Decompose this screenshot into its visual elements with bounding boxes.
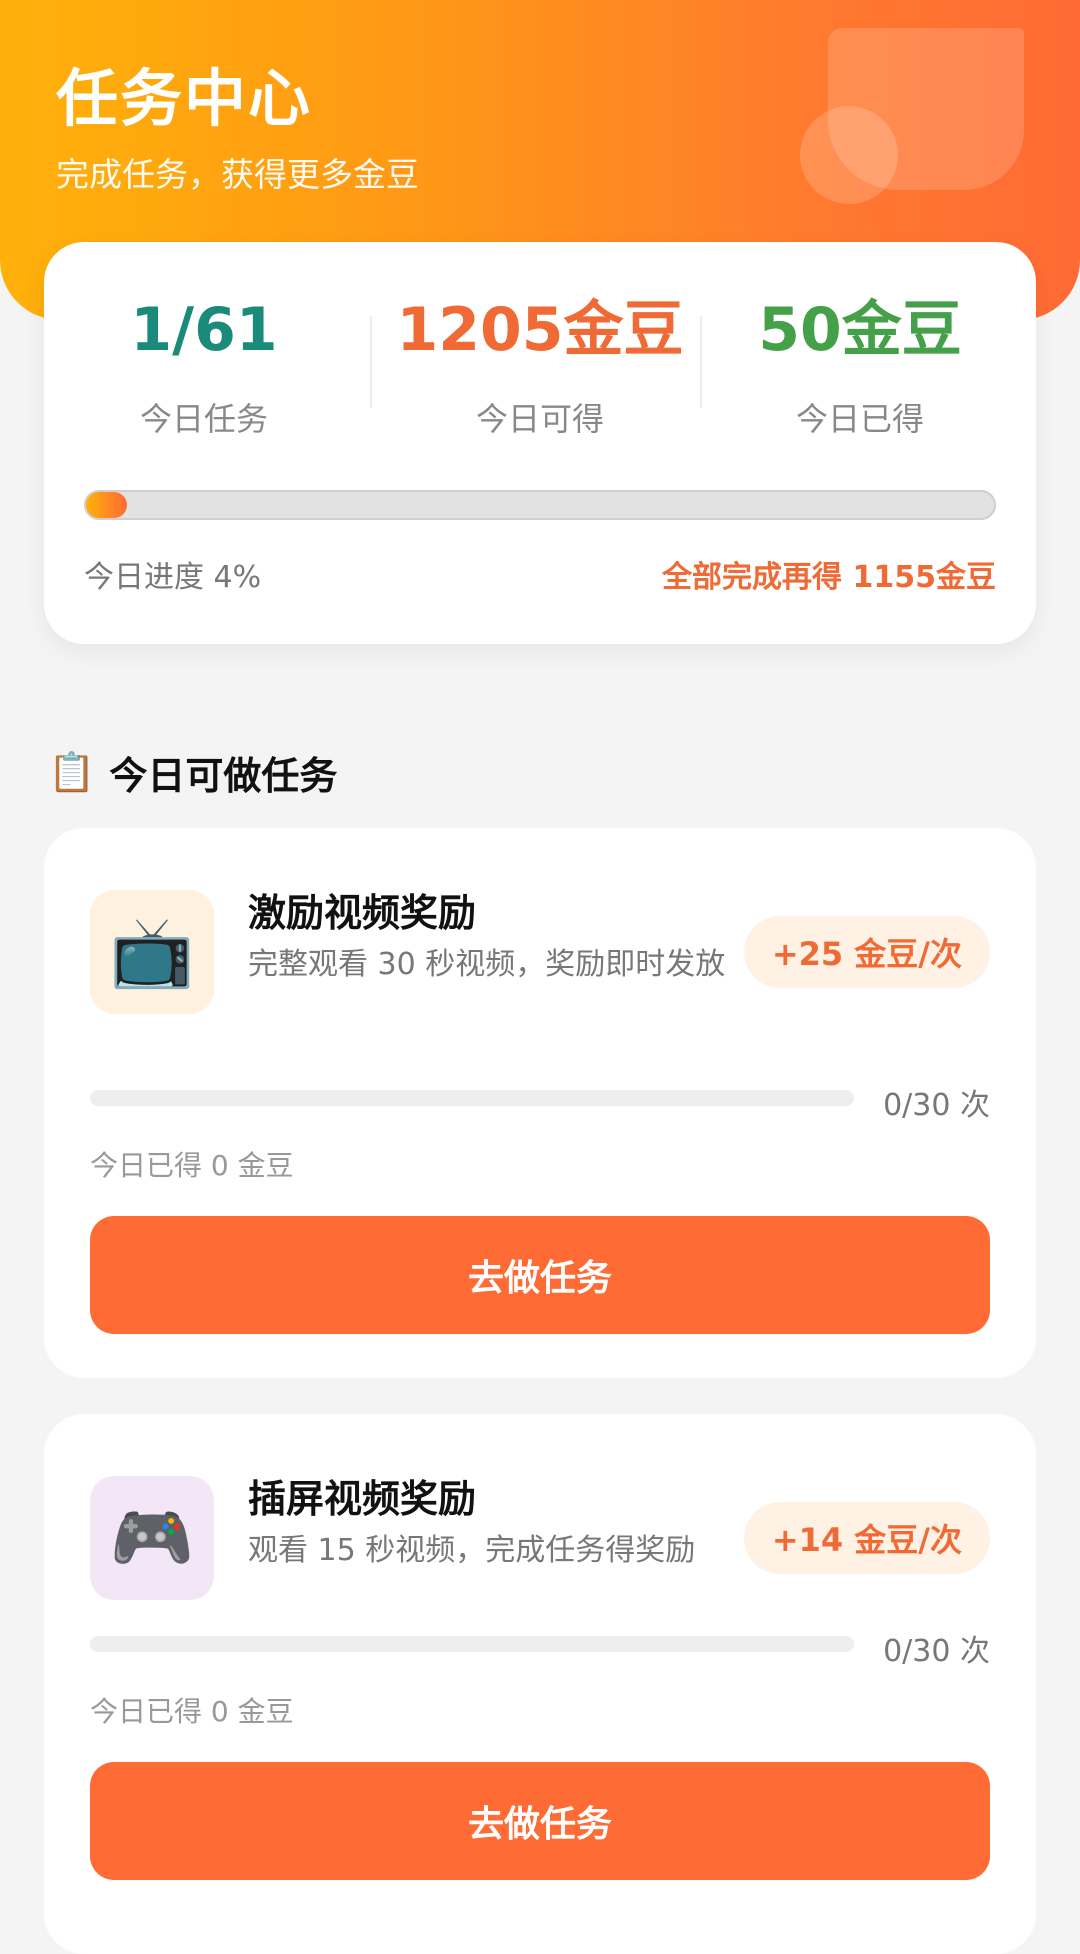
stat-today-earned: 50金豆 今日已得: [700, 300, 1020, 440]
task-reward-badge: +25 金豆/次: [743, 916, 990, 988]
task-description: 观看 15 秒视频，完成任务得奖励: [248, 1533, 696, 1568]
task-progress-count: 0/30 次: [883, 1088, 990, 1123]
section-title: 📋 今日可做任务: [48, 745, 337, 800]
daily-progress-fill: [86, 492, 127, 518]
do-task-button[interactable]: 去做任务: [90, 1216, 990, 1334]
section-title-text: 今日可做任务: [109, 754, 338, 798]
task-earned-text: 今日已得 0 金豆: [90, 1149, 294, 1182]
stat-today-available: 1205金豆 今日可得: [380, 300, 700, 440]
task-progress-count: 0/30 次: [883, 1634, 990, 1669]
stat-value: 1205金豆: [396, 295, 684, 365]
task-progress-bar: [90, 1090, 854, 1106]
task-name: 插屏视频奖励: [248, 1477, 477, 1521]
stat-value: 1/61: [130, 295, 278, 365]
task-progress-bar: [90, 1636, 854, 1652]
stat-label: 今日可得: [475, 400, 604, 438]
task-reward-badge: +14 金豆/次: [743, 1502, 990, 1574]
task-card-interstitial-video: 🎮 插屏视频奖励 观看 15 秒视频，完成任务得奖励 +14 金豆/次 0/30…: [44, 1414, 1036, 1954]
task-card-rewarded-video: 📺 激励视频奖励 完整观看 30 秒视频，奖励即时发放 +25 金豆/次 0/3…: [44, 828, 1036, 1378]
decorative-circle: [800, 106, 898, 204]
television-icon: 📺: [90, 890, 214, 1014]
daily-progress-label: 今日进度 4%: [84, 560, 262, 595]
completion-bonus-label: 全部完成再得 1155金豆: [662, 560, 996, 595]
stat-today-tasks: 1/61 今日任务: [44, 300, 364, 440]
do-task-button[interactable]: 去做任务: [90, 1762, 990, 1880]
page-subtitle: 完成任务，获得更多金豆: [56, 155, 419, 194]
summary-card: 1/61 今日任务 1205金豆 今日可得 50金豆 今日已得 今日进度 4% …: [44, 242, 1036, 644]
clipboard-icon: 📋: [48, 750, 96, 794]
stat-divider: [370, 316, 372, 408]
task-name: 激励视频奖励: [248, 891, 477, 935]
stat-label: 今日任务: [139, 400, 268, 438]
page-title: 任务中心: [56, 62, 313, 135]
game-controller-icon: 🎮: [90, 1476, 214, 1600]
daily-progress-bar: [84, 490, 996, 520]
stat-label: 今日已得: [795, 400, 924, 438]
task-earned-text: 今日已得 0 金豆: [90, 1695, 294, 1728]
stat-value: 50金豆: [758, 295, 962, 365]
task-description: 完整观看 30 秒视频，奖励即时发放: [248, 947, 726, 982]
